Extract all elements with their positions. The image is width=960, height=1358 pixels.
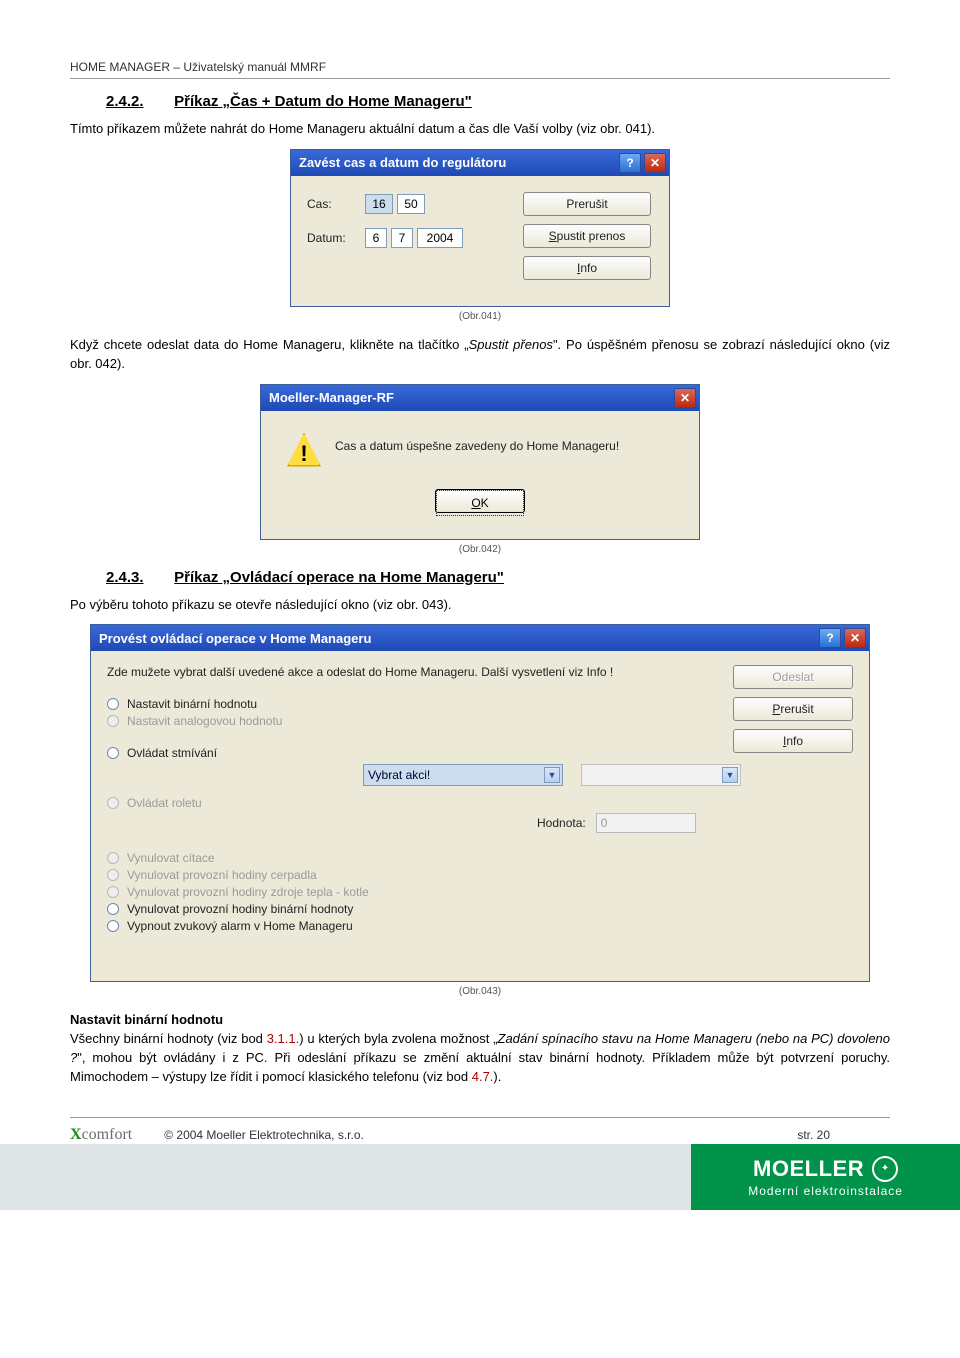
- action-select[interactable]: Vybrat akci!▼: [363, 764, 563, 786]
- section-242-text: Příkaz „Čas + Datum do Home Manageru": [174, 93, 472, 110]
- para-set-binary: Nastavit binární hodnotu Všechny binární…: [70, 1011, 890, 1086]
- dialog3-titlebar[interactable]: Provést ovládací operace v Home Manageru…: [91, 625, 869, 651]
- label-date: Datum:: [307, 231, 365, 245]
- info-button[interactable]: Info: [733, 729, 853, 753]
- close-icon[interactable]: ✕: [644, 153, 666, 173]
- page-footer: Xcomfort © 2004 Moeller Elektrotechnika,…: [70, 1117, 890, 1144]
- dialog1-titlebar[interactable]: Zavést cas a datum do regulátoru ? ✕: [291, 150, 669, 176]
- doc-header: HOME MANAGER – Uživatelský manuál MMRF: [70, 60, 890, 79]
- section-243-text: Příkaz „Ovládací operace na Home Manager…: [174, 569, 504, 586]
- abort-button[interactable]: Prerušit: [523, 192, 651, 216]
- dialog3-title: Provést ovládací operace v Home Manageru: [99, 631, 371, 646]
- subheading-set-binary: Nastavit binární hodnotu: [70, 1012, 223, 1027]
- section-243-num: 2.4.3.: [106, 569, 170, 586]
- dialog2-title: Moeller-Manager-RF: [269, 390, 394, 405]
- para-242-intro: Tímto příkazem můžete nahrát do Home Man…: [70, 120, 890, 139]
- time-minute-input[interactable]: [397, 194, 425, 214]
- dialog1-title: Zavést cas a datum do regulátoru: [299, 155, 506, 170]
- date-day-input[interactable]: [365, 228, 387, 248]
- section-242-num: 2.4.2.: [106, 93, 170, 110]
- start-transfer-button[interactable]: Spustit prenos: [523, 224, 651, 248]
- radio-reset-pump-hours: Vynulovat provozní hodiny cerpadla: [107, 868, 853, 882]
- success-message-text: Cas a datum úspešne zavedeny do Home Man…: [335, 433, 673, 453]
- ok-button[interactable]: OK: [435, 489, 525, 513]
- section-242-title: 2.4.2. Příkaz „Čas + Datum do Home Manag…: [106, 93, 890, 110]
- date-month-input[interactable]: [391, 228, 413, 248]
- abort-button[interactable]: Prerušit: [733, 697, 853, 721]
- dialog-set-time-date: Zavést cas a datum do regulátoru ? ✕ Pre…: [290, 149, 670, 307]
- radio-reset-boiler-hours: Vynulovat provozní hodiny zdroje tepla -…: [107, 885, 853, 899]
- dialog2-titlebar[interactable]: Moeller-Manager-RF ✕: [261, 385, 699, 411]
- label-time: Cas:: [307, 197, 365, 211]
- dialog-success-message: Moeller-Manager-RF ✕ ! Cas a datum úspeš…: [260, 384, 700, 540]
- value-input: [596, 813, 696, 833]
- caption-041: (Obr.041): [70, 311, 890, 322]
- radio-reset-counters: Vynulovat cítace: [107, 851, 853, 865]
- radio-control-shutter: Ovládat roletu: [107, 796, 853, 810]
- time-hour-input[interactable]: [365, 194, 393, 214]
- caption-042: (Obr.042): [70, 544, 890, 555]
- date-year-input[interactable]: [417, 228, 463, 248]
- info-button[interactable]: Info: [523, 256, 651, 280]
- moeller-logo: MOELLER ✦ Moderní elektroinstalace: [748, 1156, 903, 1198]
- chevron-down-icon: ▼: [544, 767, 560, 783]
- value-label: Hodnota:: [537, 816, 586, 830]
- caption-043: (Obr.043): [70, 986, 890, 997]
- help-icon[interactable]: ?: [619, 153, 641, 173]
- dialog-control-operations: Provést ovládací operace v Home Manageru…: [90, 624, 870, 982]
- xcomfort-logo: Xcomfort: [70, 1126, 132, 1144]
- footer-page-number: str. 20: [797, 1128, 830, 1142]
- moeller-emblem-icon: ✦: [872, 1156, 898, 1182]
- send-button: Odeslat: [733, 665, 853, 689]
- para-after-041: Když chcete odeslat data do Home Manager…: [70, 336, 890, 374]
- radio-reset-binary-hours[interactable]: Vynulovat provozní hodiny binární hodnot…: [107, 902, 853, 916]
- warning-icon: !: [287, 433, 321, 467]
- secondary-select: ▼: [581, 764, 741, 786]
- para-243-intro: Po výběru tohoto příkazu se otevře násle…: [70, 596, 890, 615]
- help-icon[interactable]: ?: [819, 628, 841, 648]
- close-icon[interactable]: ✕: [674, 388, 696, 408]
- footer-copyright: © 2004 Moeller Elektrotechnika, s.r.o.: [164, 1128, 364, 1142]
- chevron-down-icon: ▼: [722, 767, 738, 783]
- radio-mute-alarm[interactable]: Vypnout zvukový alarm v Home Manageru: [107, 919, 853, 933]
- section-243-title: 2.4.3. Příkaz „Ovládací operace na Home …: [106, 569, 890, 586]
- close-icon[interactable]: ✕: [844, 628, 866, 648]
- brand-bottom-bar: MOELLER ✦ Moderní elektroinstalace: [0, 1144, 960, 1210]
